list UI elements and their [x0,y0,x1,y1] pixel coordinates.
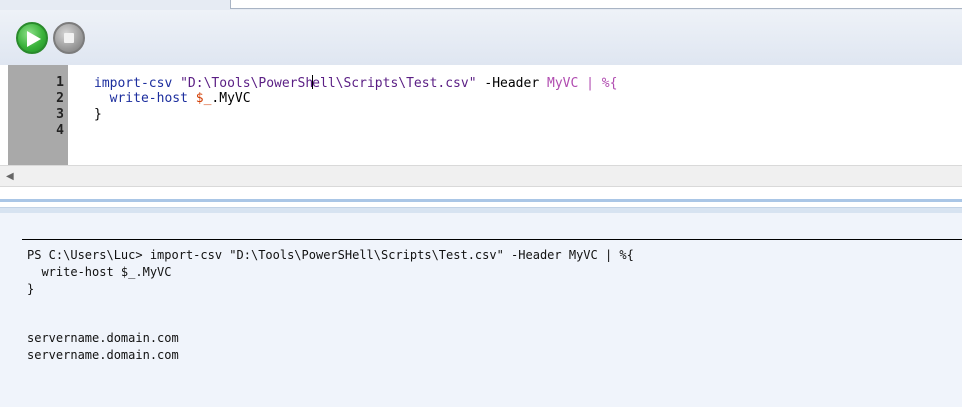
output-console[interactable]: PS C:\Users\Luc> import-csv "D:\Tools\Po… [0,213,962,407]
console-line: PS C:\Users\Luc> import-csv "D:\Tools\Po… [27,248,634,262]
run-script-button[interactable] [16,22,48,54]
line-number: 1 [56,75,64,90]
cmdlet-token: write-host [109,91,188,106]
variable-token: $_ [195,91,212,106]
parameter-token: -Header [484,76,540,91]
console-output-line: servername.domain.com [27,348,179,362]
console-output-line: servername.domain.com [27,331,179,345]
code-line-1: import-csv "D:\Tools\PowerShell\Scripts\… [94,75,617,92]
member-token: .MyVC [211,91,251,106]
pane-splitter[interactable] [0,199,962,202]
script-editor[interactable]: 1 2 3 4 import-csv "D:\Tools\PowerShell\… [0,65,962,165]
console-line: } [27,282,35,296]
line-number: 4 [56,123,64,138]
tab-bar-edge [230,0,962,9]
line-number-gutter: 1 2 3 4 [8,65,68,165]
console-separator [22,239,962,240]
editor-horizontal-scrollbar[interactable]: ◀ [0,165,962,187]
foreach-alias: %{ [601,76,618,91]
cmdlet-token: import-csv [94,76,173,91]
stop-script-button[interactable] [53,22,85,54]
line-number: 3 [56,107,64,122]
toolbar [0,10,962,65]
play-icon [27,31,41,47]
argument-token: MyVC [547,76,579,91]
pipe-operator: | [586,76,594,91]
code-line-3: } [94,107,102,122]
code-line-2: write-host $_.MyVC [94,91,251,107]
string-token: "D:\Tools\PowerShell\Scripts\Test.csv" [180,75,477,91]
console-line: write-host $_.MyVC [27,265,172,279]
stop-icon [64,33,74,43]
scroll-left-icon[interactable]: ◀ [6,171,14,182]
line-number: 2 [56,91,64,106]
